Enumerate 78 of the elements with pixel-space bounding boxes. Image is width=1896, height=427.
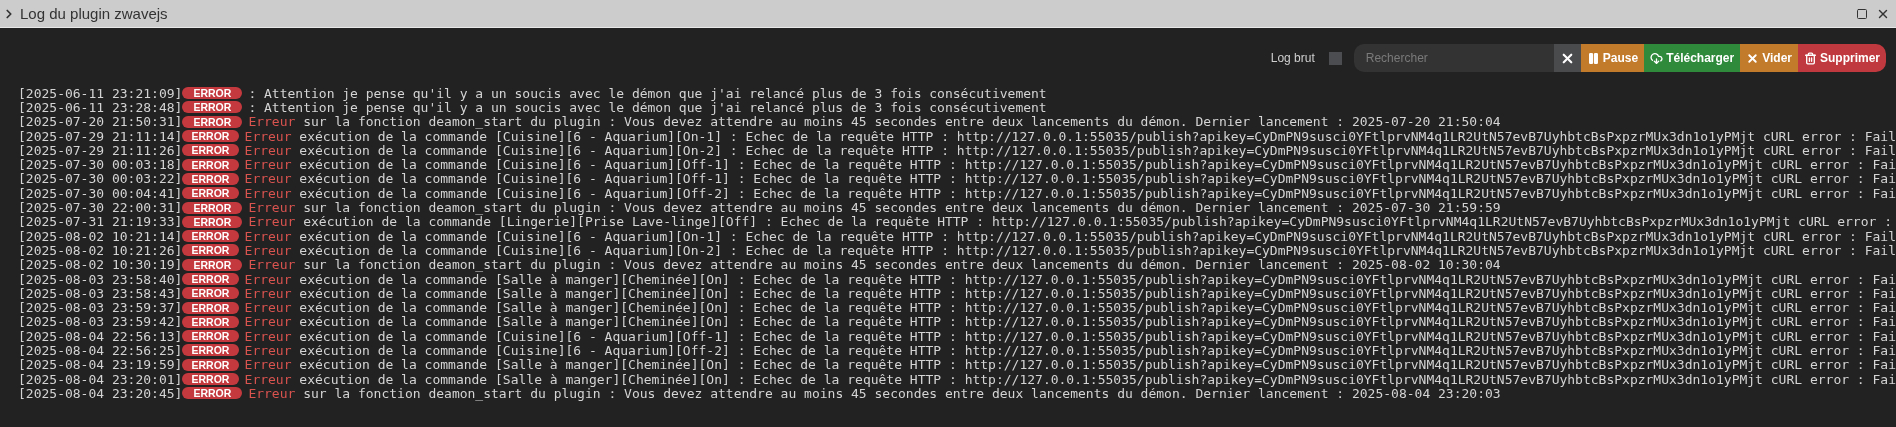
log-message: Erreur exécution de la commande [Cuisine][6 - Aquarium][Off-2] : Echec de la requête HTTP : http://127.0.0.1:55035/publish?apikey=CyDmPN9susci0YFtlprvNM4q1LR2UtN57evB7UyhbtcBsPxpzrMUx3dn1o1yPMjt cURL error : Fai <box>244 185 1896 201</box>
error-badge: ERROR <box>182 158 239 171</box>
error-badge: ERROR <box>182 330 239 343</box>
error-badge: ERROR <box>182 130 239 143</box>
error-badge: ERROR <box>182 115 243 128</box>
log-message: Erreur exécution de la commande [Lingerie][Prise Lave-linge][Off] : Echec de la requête HTTP : http://127.0.0.1:55035/publish?apikey=CyDmPN9susci0YFtlprvNM4q1LR2UtN57evB7UyhbtcBsPxpzrMUx3dn1o1yPMjt cURL error : <box>248 214 1892 230</box>
log-message: Erreur exécution de la commande [Salle à manger][Cheminée][On] : Echec de la requête HTTP : http://127.0.0.1:55035/publish?apikey=CyDmPN9susci0YFtlprvNM4q1LR2UtN57evB7UyhbtcBsPxpzrMUx3dn1o1yPMjt cURL error : Fai <box>244 271 1896 287</box>
trash-icon <box>1804 51 1817 65</box>
log-timestamp: [2025-08-04 23:19:59] <box>18 357 183 373</box>
log-timestamp: [2025-08-03 23:59:37] <box>18 300 183 316</box>
error-badge: ERROR <box>182 101 243 114</box>
log-timestamp: [2025-07-31 21:19:33] <box>18 214 183 230</box>
log-timestamp: [2025-08-04 23:20:45] <box>18 385 183 401</box>
log-timestamp: [2025-08-03 23:58:40] <box>18 271 183 287</box>
log-timestamp: [2025-08-02 10:21:14] <box>18 228 183 244</box>
maximize-icon[interactable] <box>1856 7 1868 20</box>
error-badge: ERROR <box>182 244 239 257</box>
log-message: Erreur exécution de la commande [Cuisine][6 - Aquarium][Off-1] : Echec de la requête HTTP : http://127.0.0.1:55035/publish?apikey=CyDmPN9susci0YFtlprvNM4q1LR2UtN57evB7UyhbtcBsPxpzrMUx3dn1o1yPMjt cURL error : Fai <box>244 157 1896 173</box>
pause-icon <box>1586 51 1600 65</box>
log-message: Erreur exécution de la commande [Cuisine][6 - Aquarium][Off-1] : Echec de la requête HTTP : http://127.0.0.1:55035/publish?apikey=CyDmPN9susci0YFtlprvNM4q1LR2UtN57evB7UyhbtcBsPxpzrMUx3dn1o1yPMjt cURL error : Fai <box>244 328 1896 344</box>
error-badge: ERROR <box>182 301 239 314</box>
log-timestamp: [2025-08-04 23:20:01] <box>18 371 183 387</box>
error-badge: ERROR <box>182 230 239 243</box>
error-badge: ERROR <box>182 258 243 271</box>
log-timestamp: [2025-07-20 21:50:31] <box>18 114 183 130</box>
log-timestamp: [2025-08-02 10:30:19] <box>18 257 183 273</box>
log-message: Erreur sur la fonction deamon_start du plugin : Vous devez attendre au moins 45 secondes entre deux lancements du démon. Dernier lancement : 2025-07-30 21:59:59 <box>248 200 1501 216</box>
x-icon <box>1746 51 1760 65</box>
log-message: Erreur exécution de la commande [Salle à manger][Cheminée][On] : Echec de la requête HTTP : http://127.0.0.1:55035/publish?apikey=CyDmPN9susci0YFtlprvNM4q1LR2UtN57evB7UyhbtcBsPxpzrMUx3dn1o1yPMjt cURL error : Fai <box>244 357 1896 373</box>
log-timestamp: [2025-08-02 10:21:26] <box>18 242 183 258</box>
error-badge: ERROR <box>182 387 243 400</box>
error-badge: ERROR <box>182 201 243 214</box>
log-timestamp: [2025-06-11 23:21:09] <box>18 85 183 101</box>
log-message: Erreur sur la fonction deamon_start du plugin : Vous devez attendre au moins 45 secondes entre deux lancements du démon. Dernier lancement : 2025-07-20 21:50:04 <box>248 114 1501 130</box>
error-badge: ERROR <box>182 315 239 328</box>
log-message: Erreur exécution de la commande [Cuisine][6 - Aquarium][On-1] : Echec de la requête HTTP : http://127.0.0.1:55035/publish?apikey=CyDmPN9susci0YFtlprvNM4q1LR2UtN57evB7UyhbtcBsPxpzrMUx3dn1o1yPMjt cURL error : Fail <box>244 228 1896 244</box>
clear-search-button[interactable] <box>1553 44 1581 72</box>
log-timestamp: [2025-08-04 22:56:13] <box>18 328 183 344</box>
error-badge: ERROR <box>182 344 239 357</box>
download-button[interactable]: Télécharger <box>1644 44 1741 72</box>
log-message: Erreur exécution de la commande [Salle à manger][Cheminée][On] : Echec de la requête HTTP : http://127.0.0.1:55035/publish?apikey=CyDmPN9susci0YFtlprvNM4q1LR2UtN57evB7UyhbtcBsPxpzrMUx3dn1o1yPMjt cURL error : Fai <box>244 314 1896 330</box>
log-message: Erreur exécution de la commande [Cuisine][6 - Aquarium][Off-1] : Echec de la requête HTTP : http://127.0.0.1:55035/publish?apikey=CyDmPN9susci0YFtlprvNM4q1LR2UtN57evB7UyhbtcBsPxpzrMUx3dn1o1yPMjt cURL error : Fai <box>244 171 1896 187</box>
log-timestamp: [2025-07-30 00:03:18] <box>18 157 183 173</box>
search-field[interactable]: Rechercher <box>1353 44 1554 72</box>
error-badge: ERROR <box>182 287 239 300</box>
log-timestamp: [2025-08-03 23:59:42] <box>18 314 183 330</box>
log-timestamp: [2025-07-29 21:11:14] <box>18 128 183 144</box>
error-badge: ERROR <box>182 144 239 157</box>
log-timestamp: [2025-06-11 23:28:48] <box>18 99 183 115</box>
log-message: Erreur sur la fonction deamon_start du plugin : Vous devez attendre au moins 45 secondes entre deux lancements du démon. Dernier lancement : 2025-08-02 10:30:04 <box>248 257 1501 273</box>
log-message: Erreur exécution de la commande [Cuisine][6 - Aquarium][On-1] : Echec de la requête HTTP : http://127.0.0.1:55035/publish?apikey=CyDmPN9susci0YFtlprvNM4q1LR2UtN57evB7UyhbtcBsPxpzrMUx3dn1o1yPMjt cURL error : Fail <box>244 128 1896 144</box>
raw-log-label: Log brut <box>1270 51 1315 65</box>
error-badge: ERROR <box>182 172 239 185</box>
log-message: Erreur exécution de la commande [Cuisine][6 - Aquarium][On-2] : Echec de la requête HTTP : http://127.0.0.1:55035/publish?apikey=CyDmPN9susci0YFtlprvNM4q1LR2UtN57evB7UyhbtcBsPxpzrMUx3dn1o1yPMjt cURL error : Fail <box>244 142 1896 158</box>
log-message: Erreur exécution de la commande [Cuisine][6 - Aquarium][On-2] : Echec de la requête HTTP : http://127.0.0.1:55035/publish?apikey=CyDmPN9susci0YFtlprvNM4q1LR2UtN57evB7UyhbtcBsPxpzrMUx3dn1o1yPMjt cURL error : Fail <box>244 242 1896 258</box>
log-timestamp: [2025-07-30 22:00:31] <box>18 200 183 216</box>
log-message: Erreur exécution de la commande [Cuisine][6 - Aquarium][Off-2] : Echec de la requête HTTP : http://127.0.0.1:55035/publish?apikey=CyDmPN9susci0YFtlprvNM4q1LR2UtN57evB7UyhbtcBsPxpzrMUx3dn1o1yPMjt cURL error : Fai <box>244 343 1896 358</box>
error-badge: ERROR <box>182 373 239 386</box>
error-badge: ERROR <box>182 215 243 228</box>
log-message: Erreur exécution de la commande [Salle à manger][Cheminée][On] : Echec de la requête HTTP : http://127.0.0.1:55035/publish?apikey=CyDmPN9susci0YFtlprvNM4q1LR2UtN57evB7UyhbtcBsPxpzrMUx3dn1o1yPMjt cURL error : Fai <box>244 285 1896 301</box>
delete-button[interactable]: Supprimer <box>1798 44 1886 72</box>
log-message: Erreur exécution de la commande [Salle à manger][Cheminée][On] : Echec de la requête HTTP : http://127.0.0.1:55035/publish?apikey=CyDmPN9susci0YFtlprvNM4q1LR2UtN57evB7UyhbtcBsPxpzrMUx3dn1o1yPMjt cURL error : Fai <box>244 371 1896 387</box>
error-badge: ERROR <box>182 187 239 200</box>
error-badge: ERROR <box>182 358 239 371</box>
log-timestamp: [2025-07-30 00:03:22] <box>18 171 183 187</box>
log-timestamp: [2025-07-29 21:11:26] <box>18 142 183 158</box>
error-badge: ERROR <box>182 87 243 100</box>
log-timestamp: [2025-08-04 22:56:25] <box>18 343 183 358</box>
cloud-download-icon <box>1650 51 1664 65</box>
log-message: Erreur exécution de la commande [Salle à manger][Cheminée][On] : Echec de la requête HTTP : http://127.0.0.1:55035/publish?apikey=CyDmPN9susci0YFtlprvNM4q1LR2UtN57evB7UyhbtcBsPxpzrMUx3dn1o1yPMjt cURL error : Fai <box>244 300 1896 316</box>
log-timestamp: [2025-07-30 00:04:41] <box>18 185 183 201</box>
raw-log-checkbox[interactable] <box>1328 51 1342 65</box>
pause-button[interactable]: Pause <box>1580 44 1645 72</box>
window-title: Log du plugin zwavejs <box>20 5 169 22</box>
log-message: : Attention je pense qu'il y a un soucis avec le démon que j'ai relancé plus de 3 fois consécutivement <box>248 85 1047 101</box>
error-badge: ERROR <box>182 273 239 285</box>
log-timestamp: [2025-08-03 23:58:43] <box>18 285 183 301</box>
empty-button[interactable]: Vider <box>1740 44 1798 72</box>
